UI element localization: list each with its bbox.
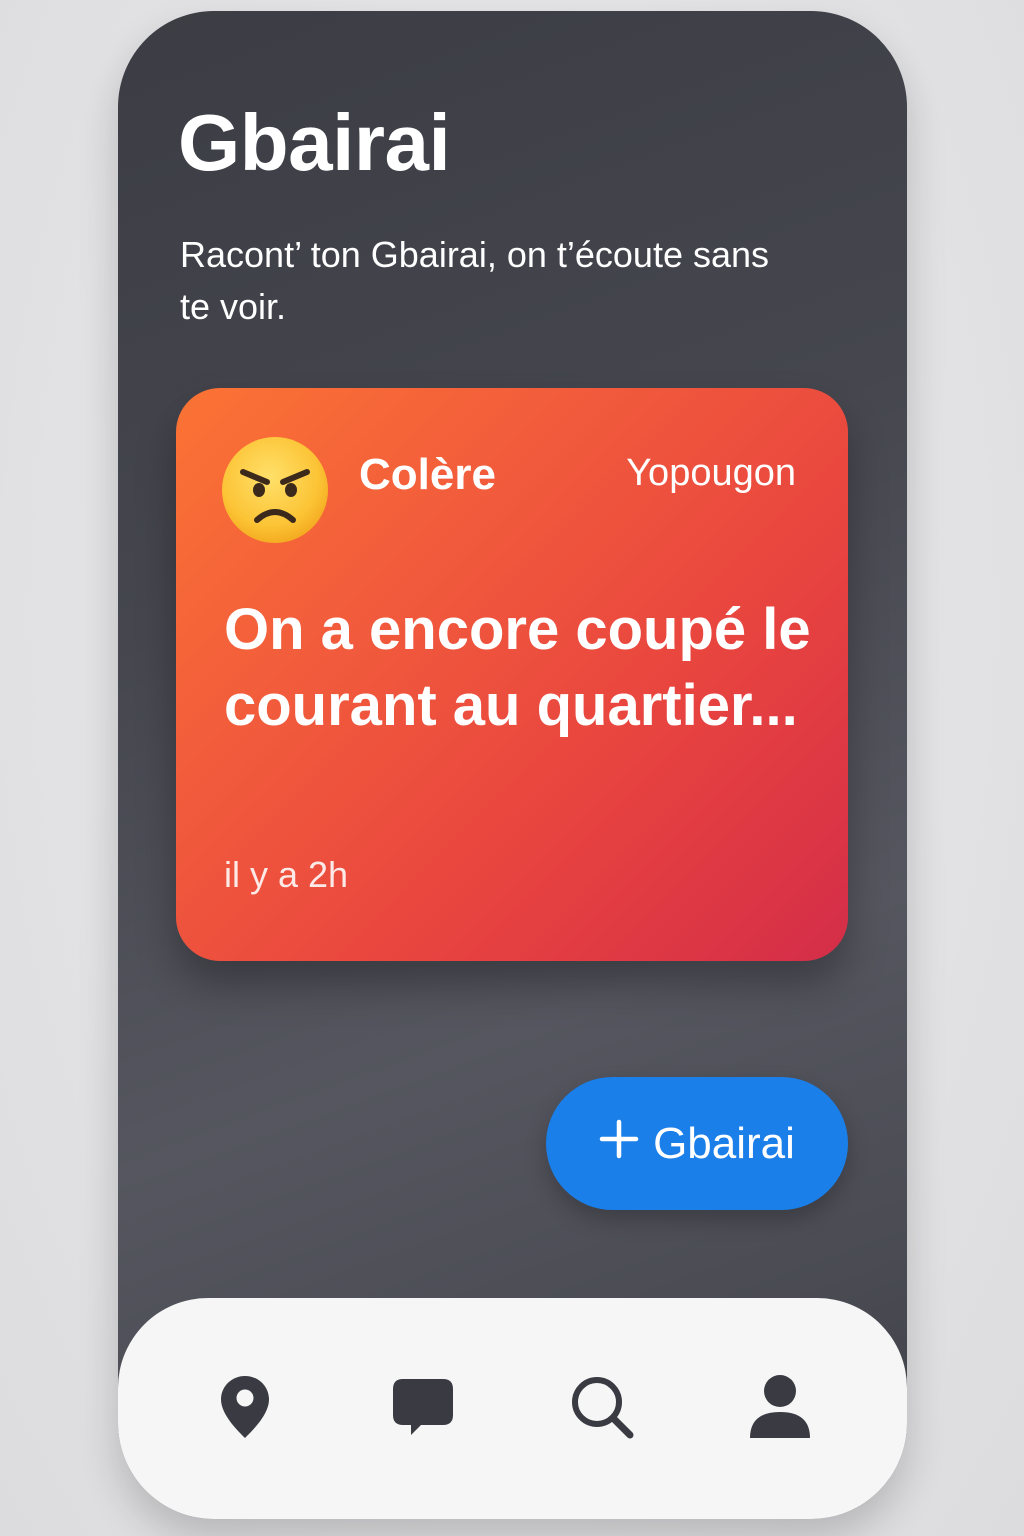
- nav-search[interactable]: [562, 1367, 642, 1447]
- nav-profile[interactable]: [740, 1367, 820, 1447]
- location-label: Yopougon: [626, 452, 796, 494]
- profile-icon: [749, 1374, 810, 1438]
- mood-label: Colère: [359, 450, 496, 499]
- bottom-navigation: [118, 1298, 907, 1519]
- map-pin-icon: [221, 1375, 270, 1438]
- plus-icon: [599, 1117, 639, 1167]
- nav-chat[interactable]: [383, 1367, 463, 1447]
- post-card[interactable]: Colère Yopougon On a encore coupé le cou…: [176, 388, 848, 961]
- app-subtitle: Racont’ ton Gbairai, on t’écoute sans te…: [180, 234, 770, 327]
- chat-bubble-icon: [393, 1378, 454, 1435]
- new-gbairai-label: Gbairai: [653, 1118, 795, 1168]
- phone-screen: Gbairai Racont’ ton Gbairai, on t’écoute…: [118, 11, 907, 1519]
- app-title: Gbairai: [178, 98, 451, 187]
- angry-face-icon: [222, 437, 328, 543]
- post-timestamp: il y a 2h: [224, 854, 349, 895]
- nav-map[interactable]: [205, 1367, 285, 1447]
- post-text: On a encore coupé le courant au quartier…: [224, 597, 811, 738]
- new-gbairai-button[interactable]: Gbairai: [546, 1077, 848, 1210]
- search-icon: [571, 1376, 634, 1438]
